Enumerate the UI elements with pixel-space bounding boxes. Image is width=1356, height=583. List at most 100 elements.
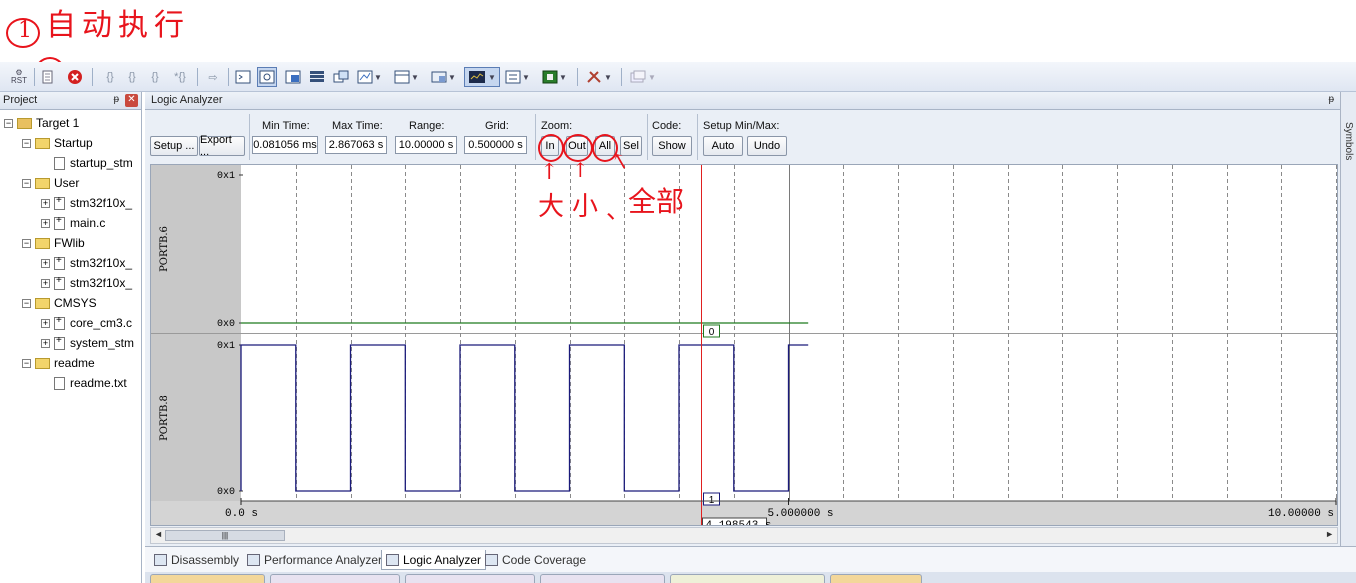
tree-item[interactable]: − Startup xyxy=(22,134,93,152)
file-tab[interactable] xyxy=(405,574,535,583)
tree-item[interactable]: + core_cm3.c xyxy=(41,314,132,332)
scrollbar-thumb[interactable]: ||| xyxy=(165,530,285,541)
file-tab[interactable] xyxy=(540,574,665,583)
file-tab[interactable] xyxy=(270,574,400,583)
collapse-icon[interactable]: − xyxy=(22,178,31,188)
undo-button[interactable]: Undo xyxy=(747,136,787,156)
trace-dropdown-icon[interactable]: ▼ xyxy=(521,67,531,87)
symbols-window-icon[interactable] xyxy=(283,67,303,87)
toolbar-separator xyxy=(249,114,250,160)
expand-icon[interactable]: + xyxy=(41,258,50,268)
tree-item[interactable]: − User xyxy=(22,174,79,192)
max-time-label: Max Time: xyxy=(332,120,383,132)
logic-analyzer-title-bar: Logic Analyzer ᵽ ✕ xyxy=(145,92,1356,110)
step-out-icon[interactable]: {} xyxy=(145,67,165,87)
show-next-icon[interactable]: ⇨ xyxy=(203,67,223,87)
expand-icon[interactable]: + xyxy=(41,218,50,228)
tree-item[interactable]: startup_stm xyxy=(41,154,133,172)
tree-item[interactable]: readme.txt xyxy=(41,374,127,392)
horizontal-scrollbar[interactable]: ◄ ||| ► xyxy=(150,527,1338,544)
expand-icon[interactable]: + xyxy=(41,318,50,328)
tab-code-coverage[interactable]: Code Coverage xyxy=(481,550,590,570)
toolbox-icon[interactable] xyxy=(584,67,604,87)
system-viewer-icon[interactable] xyxy=(540,67,560,87)
file-icon xyxy=(54,255,65,270)
trace-window-icon[interactable] xyxy=(503,67,523,87)
collapse-icon[interactable]: − xyxy=(22,358,31,368)
toolbar-separator xyxy=(197,68,198,86)
annotation-arrow-1: ↑ xyxy=(540,160,559,185)
range-label: Range: xyxy=(409,120,445,132)
tree-item-label: system_stm xyxy=(70,336,135,350)
expand-icon[interactable]: + xyxy=(41,338,50,348)
debug-restore-icon[interactable] xyxy=(628,67,648,87)
waveform-plot[interactable]: 0x10x0PORTB.60x10x0PORTB.8010.0 s5.00000… xyxy=(150,164,1338,526)
setup-min-max-label: Setup Min/Max: xyxy=(703,120,780,132)
file-icon xyxy=(54,376,65,390)
memory-window-icon[interactable] xyxy=(392,67,412,87)
export-button[interactable]: Export ... xyxy=(199,134,245,158)
scroll-right-icon[interactable]: ► xyxy=(1325,529,1334,539)
tree-item-label: FWlib xyxy=(54,236,85,250)
step-into-icon[interactable]: {} xyxy=(100,67,120,87)
serial-window-icon[interactable] xyxy=(429,67,449,87)
disassembly-window-icon[interactable] xyxy=(257,67,277,87)
reset-icon[interactable]: ⚙ RST xyxy=(9,67,29,87)
debug-toolbar: ⚙ RST {} {} {} *{} ⇨ ▼ ▼ ▼ ▼ ▼ ▼ ▼ ▼ xyxy=(0,62,1356,92)
command-window-icon[interactable] xyxy=(233,67,253,87)
tree-item[interactable]: − CMSYS xyxy=(22,294,97,312)
code-show-button[interactable]: Show xyxy=(652,136,692,156)
annotation-zoom-note-2: 小 xyxy=(572,192,599,222)
tab-disassembly[interactable]: Disassembly xyxy=(150,550,243,570)
serial-dropdown-icon[interactable]: ▼ xyxy=(447,67,457,87)
toolbox-dropdown-icon[interactable]: ▼ xyxy=(603,67,613,87)
tree-item[interactable]: + stm32f10x_ xyxy=(41,254,132,272)
call-stack-icon[interactable] xyxy=(331,67,351,87)
run-to-cursor-icon[interactable]: *{} xyxy=(170,67,190,87)
tree-item[interactable]: + stm32f10x_ xyxy=(41,274,132,292)
folder-icon xyxy=(35,137,50,149)
scroll-left-icon[interactable]: ◄ xyxy=(154,529,163,539)
tab-logic-analyzer[interactable]: Logic Analyzer xyxy=(381,550,487,570)
toolbar-separator xyxy=(621,68,622,86)
setup-button[interactable]: Setup ... xyxy=(150,136,198,156)
run-icon[interactable] xyxy=(38,67,58,87)
window-tabs: Disassembly Performance Analyzer Logic Ana… xyxy=(145,546,1356,572)
collapse-icon[interactable]: − xyxy=(22,298,31,308)
registers-window-icon[interactable] xyxy=(307,67,327,87)
tree-item[interactable]: − Target 1 xyxy=(4,114,79,132)
stop-icon[interactable] xyxy=(65,67,85,87)
logic-analyzer-window: Logic Analyzer ᵽ ✕ Setup ... Export ... … xyxy=(145,92,1356,546)
tree-item[interactable]: − readme xyxy=(22,354,95,372)
analysis-window-icon[interactable]: ▼ xyxy=(464,67,500,87)
file-tab[interactable] xyxy=(670,574,825,583)
step-over-icon[interactable]: {} xyxy=(122,67,142,87)
folder-icon xyxy=(35,297,50,309)
watch-dropdown-icon[interactable]: ▼ xyxy=(373,67,383,87)
system-viewer-dropdown-icon[interactable]: ▼ xyxy=(558,67,568,87)
debug-restore-dropdown-icon[interactable]: ▼ xyxy=(647,67,657,87)
pin-icon[interactable]: ᵽ xyxy=(1328,94,1334,105)
file-tab[interactable] xyxy=(150,574,265,583)
tree-item-label: Startup xyxy=(54,136,93,150)
symbols-side-tab[interactable]: Symbols xyxy=(1340,92,1356,546)
collapse-icon[interactable]: − xyxy=(4,118,13,128)
collapse-icon[interactable]: − xyxy=(22,238,31,248)
auto-button[interactable]: Auto xyxy=(703,136,743,156)
tree-item[interactable]: + main.c xyxy=(41,214,105,232)
expand-icon[interactable]: + xyxy=(41,198,50,208)
tree-item[interactable]: + stm32f10x_ xyxy=(41,194,132,212)
expand-icon[interactable]: + xyxy=(41,278,50,288)
tree-item[interactable]: + system_stm xyxy=(41,334,134,352)
file-icon xyxy=(54,315,65,330)
memory-dropdown-icon[interactable]: ▼ xyxy=(410,67,420,87)
collapse-icon[interactable]: − xyxy=(22,138,31,148)
file-tab[interactable] xyxy=(830,574,922,583)
close-icon[interactable]: ✕ xyxy=(125,94,138,107)
watch-window-icon[interactable] xyxy=(355,67,375,87)
time-tick-label: 10.00000 s xyxy=(1268,508,1334,520)
pin-icon[interactable]: ᵽ xyxy=(113,94,119,105)
tab-label: Performance Analyzer xyxy=(264,553,383,567)
tree-item[interactable]: − FWlib xyxy=(22,234,85,252)
tab-performance-analyzer[interactable]: Performance Analyzer xyxy=(243,550,386,570)
